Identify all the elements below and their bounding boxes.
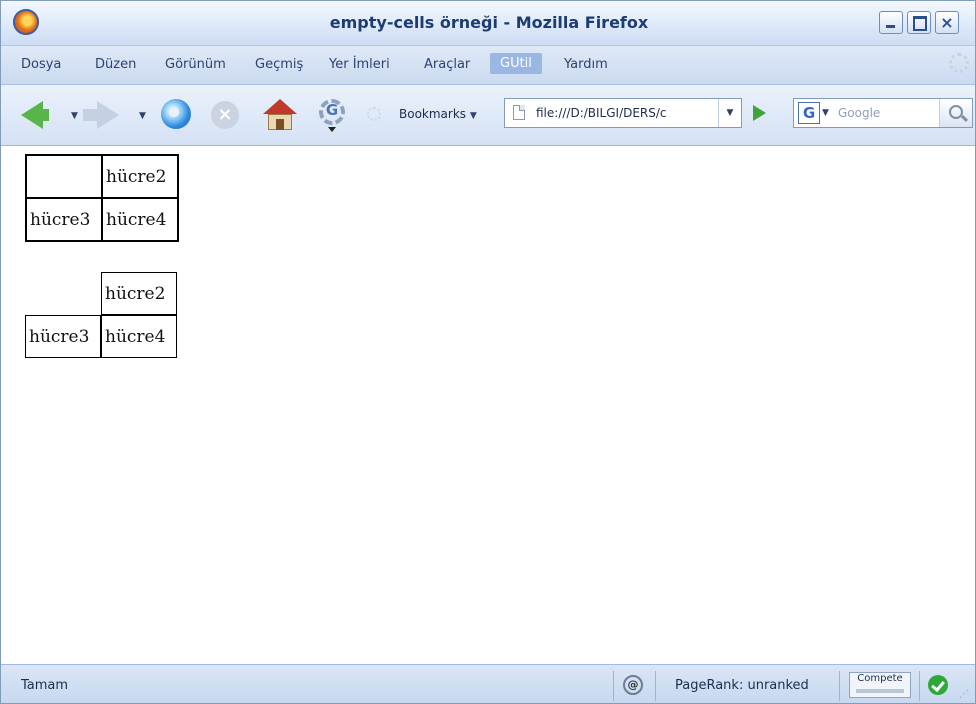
table-cell: hücre3 (26, 198, 102, 241)
menu-item-yardim[interactable]: Yardım (564, 57, 608, 72)
url-text[interactable]: file:///D:/BILGI/DERS/c (536, 106, 708, 120)
table-row: hücre2 (25, 272, 177, 315)
table-row: hücre3 hücre4 (26, 198, 178, 241)
resize-grip-icon[interactable]: ⋰ (959, 689, 969, 700)
check-icon[interactable] (928, 675, 948, 695)
status-divider (655, 671, 656, 701)
table-cell: hücre2 (102, 155, 178, 198)
page-icon (513, 105, 525, 120)
status-text: Tamam (21, 678, 69, 693)
search-button[interactable] (939, 99, 972, 127)
table-row: hücre3 hücre4 (25, 315, 177, 358)
bookmarks-label: Bookmarks (399, 107, 467, 121)
menu-item-araclar[interactable]: Araçlar (424, 57, 470, 72)
status-bar: Tamam @ PageRank: unranked Compete ⋰ (1, 664, 975, 703)
menu-item-dosya[interactable]: Dosya (21, 57, 61, 72)
forward-history-dropdown-icon[interactable]: ▼ (139, 111, 146, 121)
close-icon: × (940, 13, 954, 32)
menu-item-duzen[interactable]: Düzen (95, 57, 136, 72)
menu-item-gutil[interactable]: GUtil (490, 53, 542, 74)
menu-item-gorunum[interactable]: Görünüm (165, 57, 226, 72)
loading-spinner-icon (367, 107, 381, 121)
table-empty-cells-show: hücre2 hücre3 hücre4 (25, 154, 179, 242)
back-arrow-icon[interactable] (21, 101, 49, 129)
status-divider (839, 671, 840, 701)
pagerank-label[interactable]: PageRank: unranked (675, 678, 809, 693)
table-empty-cells-hide: hücre2 hücre3 hücre4 (25, 272, 177, 358)
menu-item-gecmis[interactable]: Geçmiş (255, 57, 303, 72)
maximize-button[interactable] (907, 11, 931, 34)
chevron-down-icon: ▼ (469, 111, 477, 121)
search-placeholder[interactable]: Google (838, 106, 880, 120)
table-cell: hücre4 (101, 315, 177, 358)
at-sign-icon[interactable]: @ (623, 675, 643, 695)
reload-icon[interactable] (161, 99, 191, 129)
url-history-dropdown-icon[interactable]: ▼ (718, 99, 741, 127)
forward-arrow-icon[interactable] (83, 101, 119, 129)
status-divider (613, 671, 614, 701)
minimize-button[interactable] (879, 11, 903, 34)
bookmarks-button[interactable]: Bookmarks ▼ (399, 107, 477, 121)
menu-item-yer-imleri[interactable]: Yer İmleri (329, 57, 390, 72)
go-arrow-icon[interactable] (753, 105, 766, 121)
search-engine-dropdown-icon[interactable]: ▼ (822, 103, 829, 123)
url-bar[interactable]: file:///D:/BILGI/DERS/c ▼ (504, 98, 742, 128)
compete-meter (856, 689, 904, 693)
table-cell-empty (26, 155, 102, 198)
status-divider (919, 671, 920, 701)
menu-bar: Dosya Düzen Görünüm Geçmiş Yer İmleri Ar… (1, 46, 975, 85)
page-content: hücre2 hücre3 hücre4 hücre2 hücre3 hücre… (1, 146, 975, 664)
table-cell-empty (25, 272, 101, 315)
table-row: hücre2 (26, 155, 178, 198)
back-history-dropdown-icon[interactable]: ▼ (71, 111, 78, 121)
magnifier-icon (949, 105, 963, 119)
table-cell: hücre4 (102, 198, 178, 241)
browser-window: empty-cells örneği - Mozilla Firefox × D… (0, 0, 976, 704)
stop-icon[interactable]: × (211, 101, 239, 129)
table-cell: hücre2 (101, 272, 177, 315)
title-bar: empty-cells örneği - Mozilla Firefox × (1, 1, 975, 46)
compete-label: Compete (857, 673, 903, 684)
home-icon[interactable] (263, 99, 297, 131)
search-box[interactable]: G ▼ Google (793, 98, 973, 128)
close-button[interactable]: × (935, 11, 959, 34)
search-engine-icon[interactable]: G (798, 102, 820, 124)
gutil-gear-icon[interactable]: G (319, 99, 347, 132)
window-title: empty-cells örneği - Mozilla Firefox (329, 13, 649, 32)
compete-button[interactable]: Compete (849, 672, 911, 698)
table-cell: hücre3 (25, 315, 101, 358)
activity-throbber-icon (949, 53, 969, 73)
